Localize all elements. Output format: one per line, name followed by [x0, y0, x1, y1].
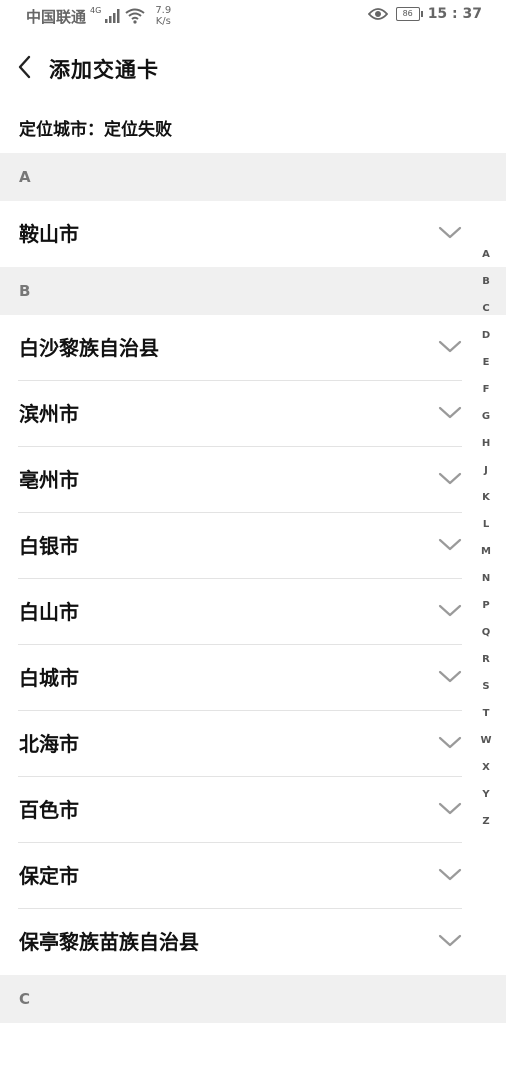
index-letter[interactable]: Z: [474, 813, 498, 840]
status-left: 中国联通 4G 7.9 K/s: [26, 5, 171, 27]
city-name: 白城市: [19, 666, 79, 690]
index-letter[interactable]: C: [474, 300, 498, 327]
battery-icon: 86: [395, 7, 423, 21]
chevron-down-icon[interactable]: [438, 471, 462, 487]
city-row[interactable]: 白山市: [0, 579, 506, 645]
chevron-down-icon[interactable]: [438, 801, 462, 817]
section-header: B: [0, 267, 506, 315]
index-letter[interactable]: N: [474, 570, 498, 597]
city-name: 滨州市: [19, 402, 79, 426]
nav-bar: 添加交通卡: [0, 40, 506, 96]
chevron-down-icon[interactable]: [438, 537, 462, 553]
index-letter[interactable]: A: [474, 246, 498, 273]
city-row[interactable]: 百色市: [0, 777, 506, 843]
chevron-down-icon[interactable]: [438, 669, 462, 685]
index-letter[interactable]: P: [474, 597, 498, 624]
index-letter[interactable]: Y: [474, 786, 498, 813]
signal-icon: [105, 9, 120, 23]
index-letter[interactable]: Q: [474, 624, 498, 651]
city-name: 白银市: [19, 534, 79, 558]
chevron-down-icon[interactable]: [438, 603, 462, 619]
city-name: 保亭黎族苗族自治县: [19, 930, 199, 954]
network-type: 4G: [90, 5, 102, 15]
index-letter[interactable]: R: [474, 651, 498, 678]
network-speed: 7.9 K/s: [155, 5, 171, 27]
city-row[interactable]: 白沙黎族自治县: [0, 315, 506, 381]
wifi-icon: [125, 8, 145, 24]
index-letter[interactable]: F: [474, 381, 498, 408]
location-label: 定位城市：: [19, 120, 104, 140]
city-name: 保定市: [19, 864, 79, 888]
index-letter[interactable]: X: [474, 759, 498, 786]
clock: 15 : 37: [427, 6, 482, 22]
city-name: 白沙黎族自治县: [19, 336, 159, 360]
carrier-label: 中国联通: [26, 7, 87, 26]
chevron-down-icon[interactable]: [438, 933, 462, 949]
city-row[interactable]: 鞍山市: [0, 201, 506, 267]
city-name: 鞍山市: [19, 222, 79, 246]
city-row[interactable]: 滨州市: [0, 381, 506, 447]
index-letter[interactable]: S: [474, 678, 498, 705]
index-letter[interactable]: W: [474, 732, 498, 759]
chevron-down-icon[interactable]: [438, 339, 462, 355]
city-row[interactable]: 北海市: [0, 711, 506, 777]
city-row[interactable]: 保定市: [0, 843, 506, 909]
eye-icon: [367, 8, 388, 20]
index-letter[interactable]: K: [474, 489, 498, 516]
city-name: 白山市: [19, 600, 79, 624]
index-letter[interactable]: M: [474, 543, 498, 570]
status-right: 86 15 : 37: [367, 6, 482, 22]
chevron-down-icon[interactable]: [438, 735, 462, 751]
index-letter[interactable]: J: [474, 462, 498, 489]
index-letter[interactable]: G: [474, 408, 498, 435]
section-header: C: [0, 975, 506, 1023]
index-letter[interactable]: B: [474, 273, 498, 300]
index-letter[interactable]: H: [474, 435, 498, 462]
chevron-down-icon[interactable]: [438, 867, 462, 883]
city-row[interactable]: 白银市: [0, 513, 506, 579]
city-row[interactable]: 白城市: [0, 645, 506, 711]
alphabet-index[interactable]: ABCDEFGHJKLMNPQRSTWXYZ: [474, 246, 498, 840]
city-list: A 鞍山市 B 白沙黎族自治县 滨州市亳州市白银市白山市白城市北海市百色市保定市保亭黎族…: [0, 153, 506, 1023]
city-name: 百色市: [19, 798, 79, 822]
index-letter[interactable]: D: [474, 327, 498, 354]
speed-unit: K/s: [155, 16, 171, 27]
chevron-down-icon[interactable]: [438, 225, 462, 241]
index-letter[interactable]: E: [474, 354, 498, 381]
city-row[interactable]: 保亭黎族苗族自治县: [0, 909, 506, 975]
chevron-down-icon[interactable]: [438, 405, 462, 421]
location-status[interactable]: 定位失败: [104, 120, 172, 140]
speed-value: 7.9: [155, 5, 172, 16]
city-name: 亳州市: [19, 468, 79, 492]
status-bar: 中国联通 4G 7.9 K/s 86 15 : 37: [0, 0, 506, 30]
section-header: A: [0, 153, 506, 201]
index-letter[interactable]: L: [474, 516, 498, 543]
page-title: 添加交通卡: [49, 58, 159, 82]
index-letter[interactable]: T: [474, 705, 498, 732]
city-row[interactable]: 亳州市: [0, 447, 506, 513]
back-arrow-icon[interactable]: [14, 52, 40, 82]
location-info: 定位城市：定位失败: [19, 115, 172, 140]
city-name: 北海市: [19, 732, 79, 756]
